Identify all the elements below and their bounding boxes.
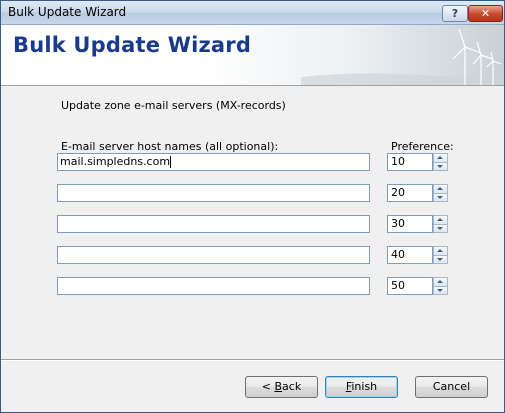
preference-stepper-5[interactable]: 50 <box>387 277 448 295</box>
spin-down-button[interactable] <box>433 224 448 233</box>
spin-up-button[interactable] <box>433 184 448 193</box>
wizard-window: Bulk Update Wizard ? ✕ Bulk Update Wizar… <box>0 0 505 413</box>
preference-stepper-1[interactable]: 10 <box>387 153 448 171</box>
arrow-down-icon <box>437 289 443 292</box>
spin-up-button[interactable] <box>433 153 448 162</box>
back-button-label: ack <box>282 380 302 393</box>
spin-up-button[interactable] <box>433 277 448 286</box>
preference-stepper-4[interactable]: 40 <box>387 246 448 264</box>
preference-spinner-2[interactable] <box>433 184 448 202</box>
footer-divider <box>1 359 504 361</box>
text-caret <box>170 156 172 168</box>
close-button[interactable]: ✕ <box>468 5 503 22</box>
preference-spinner-1[interactable] <box>433 153 448 171</box>
wind-turbines-image <box>301 25 504 85</box>
preference-stepper-2[interactable]: 20 <box>387 184 448 202</box>
preference-spinner-5[interactable] <box>433 277 448 295</box>
preference-spinner-3[interactable] <box>433 215 448 233</box>
finish-button-label: inish <box>351 380 378 393</box>
finish-button[interactable]: Finish <box>325 376 398 398</box>
back-button[interactable]: < Back <box>245 376 318 398</box>
preference-column-label: Preference: <box>391 140 454 153</box>
wizard-banner: Bulk Update Wizard <box>1 25 504 86</box>
preference-input-5[interactable]: 50 <box>387 277 433 295</box>
title-bar[interactable]: Bulk Update Wizard ? ✕ <box>1 1 504 25</box>
back-button-mnemonic: B <box>274 380 283 393</box>
spin-down-button[interactable] <box>433 193 448 202</box>
preference-spinner-4[interactable] <box>433 246 448 264</box>
preference-input-3[interactable]: 30 <box>387 215 433 233</box>
spin-down-button[interactable] <box>433 162 448 171</box>
window-title: Bulk Update Wizard <box>8 5 127 19</box>
hosts-column-label: E-mail server host names (all optional): <box>61 140 279 153</box>
arrow-down-icon <box>437 227 443 230</box>
host-name-input-1[interactable]: mail.simpledns.com <box>57 153 370 171</box>
help-button[interactable]: ? <box>442 5 468 22</box>
preference-input-1[interactable]: 10 <box>387 153 433 171</box>
arrow-up-icon <box>437 187 443 190</box>
spin-up-button[interactable] <box>433 215 448 224</box>
spin-down-button[interactable] <box>433 255 448 264</box>
spin-down-button[interactable] <box>433 286 448 295</box>
arrow-up-icon <box>437 156 443 159</box>
arrow-up-icon <box>437 249 443 252</box>
host-name-input-2[interactable] <box>57 184 370 202</box>
cancel-button[interactable]: Cancel <box>415 376 488 398</box>
host-name-input-5[interactable] <box>57 277 370 295</box>
page-subtitle: Update zone e-mail servers (MX-records) <box>61 99 286 112</box>
preference-input-4[interactable]: 40 <box>387 246 433 264</box>
preference-stepper-3[interactable]: 30 <box>387 215 448 233</box>
host-name-input-3[interactable] <box>57 215 370 233</box>
arrow-down-icon <box>437 196 443 199</box>
preference-input-2[interactable]: 20 <box>387 184 433 202</box>
arrow-up-icon <box>437 280 443 283</box>
spin-up-button[interactable] <box>433 246 448 255</box>
host-name-value-1: mail.simpledns.com <box>60 155 171 168</box>
arrow-down-icon <box>437 258 443 261</box>
arrow-up-icon <box>437 218 443 221</box>
host-name-input-4[interactable] <box>57 246 370 264</box>
arrow-down-icon <box>437 165 443 168</box>
back-button-prefix: < <box>261 380 275 393</box>
banner-title: Bulk Update Wizard <box>13 33 252 57</box>
